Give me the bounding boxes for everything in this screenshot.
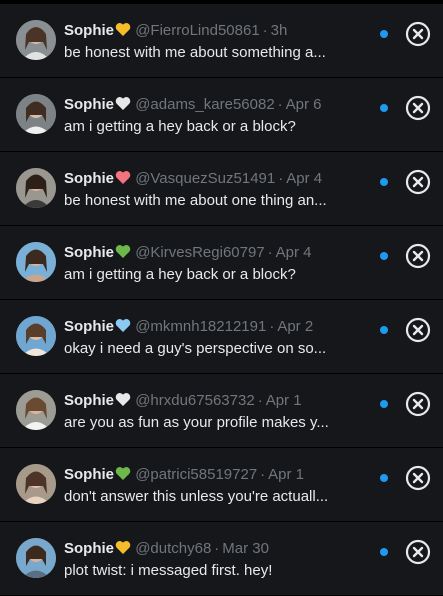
- unread-indicator: [380, 104, 388, 112]
- blue-heart-icon: [115, 318, 131, 333]
- separator-dot: ·: [257, 392, 263, 409]
- sender-handle: @mkmnh18212191: [135, 318, 267, 335]
- conversation-item[interactable]: Sophie @patrici58519727 · Apr 1 don't answ…: [0, 448, 443, 522]
- green-heart-icon: [115, 466, 131, 481]
- yellow-heart-icon: [115, 22, 131, 37]
- conversation-item[interactable]: Sophie @VasquezSuz51491 · Apr 4 be honest …: [0, 152, 443, 226]
- avatar[interactable]: [16, 168, 56, 208]
- sender-name: Sophie: [64, 170, 115, 187]
- close-icon: [405, 465, 431, 491]
- conversation-header: Sophie @dutchy68 · Mar 30: [64, 540, 364, 558]
- sender-handle: @dutchy68: [135, 540, 212, 557]
- message-time: 3h: [270, 22, 288, 39]
- conversation-list: Sophie @FierroLind50861 · 3h be honest wit…: [0, 4, 443, 596]
- avatar[interactable]: [16, 464, 56, 504]
- separator-dot: ·: [278, 170, 284, 187]
- close-icon: [405, 539, 431, 565]
- avatar[interactable]: [16, 316, 56, 356]
- white-heart-icon: [115, 392, 131, 407]
- sender-name: Sophie: [64, 392, 115, 409]
- close-icon: [405, 317, 431, 343]
- dismiss-button[interactable]: [405, 243, 431, 269]
- message-preview: be honest with me about something a...: [64, 44, 326, 61]
- separator-dot: ·: [214, 540, 220, 557]
- sender-handle: @patrici58519727: [135, 466, 258, 483]
- avatar[interactable]: [16, 20, 56, 60]
- dismiss-button[interactable]: [405, 317, 431, 343]
- sender-name: Sophie: [64, 318, 115, 335]
- conversation-header: Sophie @FierroLind50861 · 3h: [64, 22, 364, 40]
- dismiss-button[interactable]: [405, 391, 431, 417]
- sender-handle: @VasquezSuz51491: [135, 170, 276, 187]
- close-icon: [405, 391, 431, 417]
- conversation-item[interactable]: Sophie @hrxdu67563732 · Apr 1 are you as f…: [0, 374, 443, 448]
- message-time: Mar 30: [222, 540, 269, 557]
- pink-heart-icon: [115, 170, 131, 185]
- close-icon: [405, 243, 431, 269]
- avatar[interactable]: [16, 94, 56, 134]
- unread-indicator: [380, 30, 388, 38]
- conversation-item[interactable]: Sophie @dutchy68 · Mar 30 plot twist: i me…: [0, 522, 443, 596]
- message-time: Apr 4: [286, 170, 323, 187]
- message-preview: don't answer this unless you're actuall.…: [64, 488, 329, 505]
- conversation-header: Sophie @mkmnh18212191 · Apr 2: [64, 318, 364, 336]
- message-preview: plot twist: i messaged first. hey!: [64, 562, 273, 579]
- sender-handle: @adams_kare56082: [135, 96, 275, 113]
- white-heart-icon: [115, 96, 131, 111]
- message-preview: am i getting a hey back or a block?: [64, 118, 296, 135]
- message-time: Apr 1: [265, 392, 302, 409]
- unread-indicator: [380, 252, 388, 260]
- avatar[interactable]: [16, 242, 56, 282]
- separator-dot: ·: [267, 244, 273, 261]
- separator-dot: ·: [260, 466, 266, 483]
- message-preview: okay i need a guy's perspective on so...: [64, 340, 327, 357]
- unread-indicator: [380, 326, 388, 334]
- conversation-item[interactable]: Sophie @FierroLind50861 · 3h be honest wit…: [0, 4, 443, 78]
- message-time: Apr 6: [285, 96, 322, 113]
- yellow-heart-icon: [115, 540, 131, 555]
- sender-name: Sophie: [64, 96, 115, 113]
- unread-indicator: [380, 400, 388, 408]
- conversation-header: Sophie @patrici58519727 · Apr 1: [64, 466, 364, 484]
- message-preview: am i getting a hey back or a block?: [64, 266, 296, 283]
- conversation-header: Sophie @VasquezSuz51491 · Apr 4: [64, 170, 364, 188]
- message-time: Apr 4: [275, 244, 312, 261]
- green-heart-icon: [115, 244, 131, 259]
- dismiss-button[interactable]: [405, 539, 431, 565]
- close-icon: [405, 169, 431, 195]
- sender-handle: @KirvesRegi60797: [135, 244, 265, 261]
- dismiss-button[interactable]: [405, 95, 431, 121]
- conversation-item[interactable]: Sophie @adams_kare56082 · Apr 6 am i getti…: [0, 78, 443, 152]
- separator-dot: ·: [277, 96, 283, 113]
- message-time: Apr 1: [268, 466, 305, 483]
- conversation-item[interactable]: Sophie @mkmnh18212191 · Apr 2 okay i need …: [0, 300, 443, 374]
- close-icon: [405, 95, 431, 121]
- dismiss-button[interactable]: [405, 21, 431, 47]
- message-preview: are you as fun as your profile makes y..…: [64, 414, 329, 431]
- unread-indicator: [380, 548, 388, 556]
- conversation-header: Sophie @adams_kare56082 · Apr 6: [64, 96, 364, 114]
- sender-name: Sophie: [64, 22, 115, 39]
- sender-name: Sophie: [64, 540, 115, 557]
- separator-dot: ·: [262, 22, 268, 39]
- unread-indicator: [380, 178, 388, 186]
- sender-name: Sophie: [64, 466, 115, 483]
- sender-handle: @hrxdu67563732: [135, 392, 255, 409]
- conversation-item[interactable]: Sophie @KirvesRegi60797 · Apr 4 am i getti…: [0, 226, 443, 300]
- message-time: Apr 2: [277, 318, 314, 335]
- dismiss-button[interactable]: [405, 465, 431, 491]
- sender-name: Sophie: [64, 244, 115, 261]
- conversation-header: Sophie @hrxdu67563732 · Apr 1: [64, 392, 364, 410]
- avatar[interactable]: [16, 390, 56, 430]
- unread-indicator: [380, 474, 388, 482]
- sender-handle: @FierroLind50861: [135, 22, 260, 39]
- conversation-header: Sophie @KirvesRegi60797 · Apr 4: [64, 244, 364, 262]
- avatar[interactable]: [16, 538, 56, 578]
- separator-dot: ·: [269, 318, 275, 335]
- dismiss-button[interactable]: [405, 169, 431, 195]
- message-preview: be honest with me about one thing an...: [64, 192, 327, 209]
- close-icon: [405, 21, 431, 47]
